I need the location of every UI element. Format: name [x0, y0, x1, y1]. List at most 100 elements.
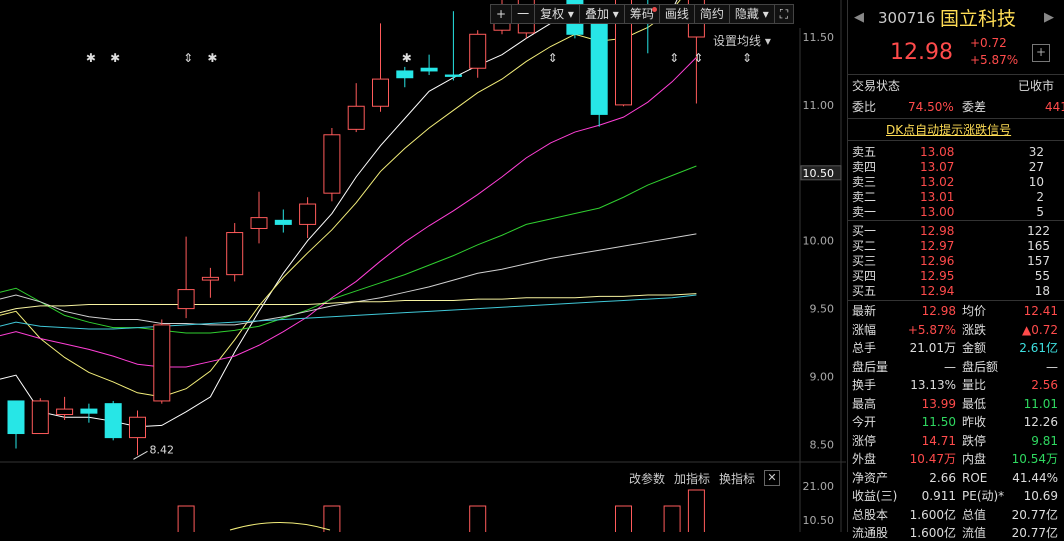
- stat-value: 20.77亿: [1011, 507, 1058, 522]
- overlay-label: 叠加: [584, 7, 609, 21]
- stat-label: 最高: [852, 396, 877, 411]
- weibi-label: 委比: [852, 100, 877, 114]
- prev-stock-icon[interactable]: ◀: [854, 10, 864, 26]
- stat-label: 流值: [962, 526, 987, 540]
- candle-body: [444, 74, 462, 77]
- stat-label: 最新: [852, 304, 877, 318]
- signal-marker: ✱: [207, 51, 217, 65]
- ask-price[interactable]: 13.07: [920, 159, 954, 175]
- chart-background: [0, 0, 846, 532]
- zoom-out-button[interactable]: 一: [511, 4, 536, 24]
- candle-body: [347, 105, 365, 130]
- simple-button[interactable]: 简约: [693, 4, 730, 24]
- bid-label: 买一: [852, 224, 877, 238]
- bid-price[interactable]: 12.98: [920, 223, 954, 239]
- weibi-value: 74.50%: [908, 100, 954, 114]
- ask-price[interactable]: 13.01: [920, 189, 954, 205]
- signal-marker: ⇕: [669, 51, 679, 65]
- signal-marker: ⇕: [183, 51, 193, 65]
- y-tick-label: 9.00: [810, 371, 835, 384]
- draw-line-button[interactable]: 画线: [658, 4, 695, 24]
- overlay-button[interactable]: 叠加 ▾: [578, 4, 625, 24]
- chips-label: 筹码: [629, 7, 654, 21]
- bid-label: 买三: [852, 254, 877, 268]
- indicator-switch-button[interactable]: 换指标: [719, 470, 755, 487]
- next-stock-icon[interactable]: ▶: [1044, 10, 1054, 26]
- weicha-value: 441: [1045, 100, 1064, 114]
- divider: [848, 74, 1064, 75]
- stat-value: 20.77亿: [1011, 526, 1058, 540]
- stock-app: 13.5013.0012.5012.0011.5011.0010.5010.00…: [0, 0, 1064, 540]
- kline-chart[interactable]: 13.5013.0012.5012.0011.5011.0010.5010.00…: [0, 0, 846, 532]
- stat-value: 13.99: [921, 396, 956, 411]
- y-tick-label: 11.50: [803, 31, 835, 44]
- stat-value: 10.54万: [1011, 452, 1058, 466]
- signal-marker: ⇕: [742, 51, 752, 65]
- indicator-add-button[interactable]: 加指标: [674, 470, 710, 487]
- sub-y-tick-label: 10.50: [803, 514, 835, 527]
- ask-price[interactable]: 13.02: [920, 174, 954, 190]
- hide-button[interactable]: 隐藏 ▾: [728, 4, 775, 24]
- stat-label: ROE: [962, 470, 988, 485]
- bid-volume: 165: [1027, 239, 1050, 253]
- stat-label: 涨跌: [962, 322, 987, 337]
- signal-marker: ⇕: [548, 51, 558, 65]
- ask-volume: 2: [1036, 190, 1044, 204]
- ask-volume: 5: [1036, 205, 1044, 219]
- stat-value: 2.56: [1031, 378, 1058, 392]
- stat-label: 收益(三): [852, 489, 898, 503]
- ask-price[interactable]: 13.00: [920, 204, 954, 220]
- chips-button[interactable]: 筹码: [623, 4, 660, 24]
- bid-price[interactable]: 12.95: [920, 268, 954, 284]
- stat-label: 跌停: [962, 433, 987, 448]
- divider: [848, 300, 1064, 301]
- stat-value: 12.26: [1023, 415, 1058, 429]
- y-tick-label: 8.50: [810, 438, 835, 451]
- candle-body: [104, 403, 122, 439]
- stat-label: 外盘: [852, 452, 877, 466]
- ask-label: 卖三: [852, 175, 877, 189]
- candle-body: [56, 408, 74, 416]
- ask-label: 卖一: [852, 205, 877, 219]
- stat-value: 41.44%: [1012, 470, 1058, 485]
- bid-price[interactable]: 12.96: [920, 253, 954, 269]
- adjust-button[interactable]: 复权 ▾: [534, 4, 580, 24]
- stat-value: 11.01: [1023, 396, 1058, 411]
- ask-label: 卖四: [852, 160, 877, 174]
- candle-body: [250, 217, 268, 229]
- ma-settings-button[interactable]: 设置均线 ▾: [713, 32, 771, 49]
- candle-body: [469, 33, 487, 69]
- candle-body: [177, 289, 195, 310]
- status-label: 交易状态: [852, 79, 901, 93]
- candle-body: [153, 324, 171, 402]
- weicha-label: 委差: [962, 100, 987, 114]
- signal-link[interactable]: DK点自动提示涨跌信号: [886, 122, 1011, 138]
- candle-body: [129, 416, 146, 439]
- add-watchlist-icon[interactable]: +: [1032, 44, 1050, 62]
- divider: [848, 118, 1064, 119]
- candle-body: [201, 276, 219, 281]
- stat-label: 量比: [962, 378, 987, 392]
- stat-value: —: [944, 359, 956, 374]
- stat-label: 净资产: [852, 470, 889, 485]
- fullscreen-icon[interactable]: ⛶: [773, 4, 795, 24]
- bid-price[interactable]: 12.97: [920, 238, 954, 254]
- y-tick-label: 10.00: [803, 235, 835, 248]
- divider: [848, 140, 1064, 141]
- ask-volume: 10: [1028, 175, 1044, 189]
- price-change: +0.72: [970, 36, 1007, 50]
- chevron-down-icon: ▾: [764, 34, 771, 48]
- stat-value: 12.98: [921, 304, 956, 318]
- close-icon[interactable]: ✕: [764, 470, 780, 486]
- indicator-params-button[interactable]: 改参数: [629, 470, 665, 487]
- bid-price[interactable]: 12.94: [920, 283, 954, 299]
- stat-label: PE(动)*: [962, 489, 1005, 503]
- ask-price[interactable]: 13.08: [920, 144, 954, 160]
- candle-body: [226, 232, 244, 276]
- bid-volume: 55: [1034, 269, 1050, 283]
- zoom-in-button[interactable]: +: [490, 4, 513, 24]
- stock-code: 300716: [878, 9, 936, 27]
- candle-body: [80, 408, 98, 414]
- stat-label: 总股本: [852, 507, 889, 522]
- stat-label: 总值: [962, 507, 987, 522]
